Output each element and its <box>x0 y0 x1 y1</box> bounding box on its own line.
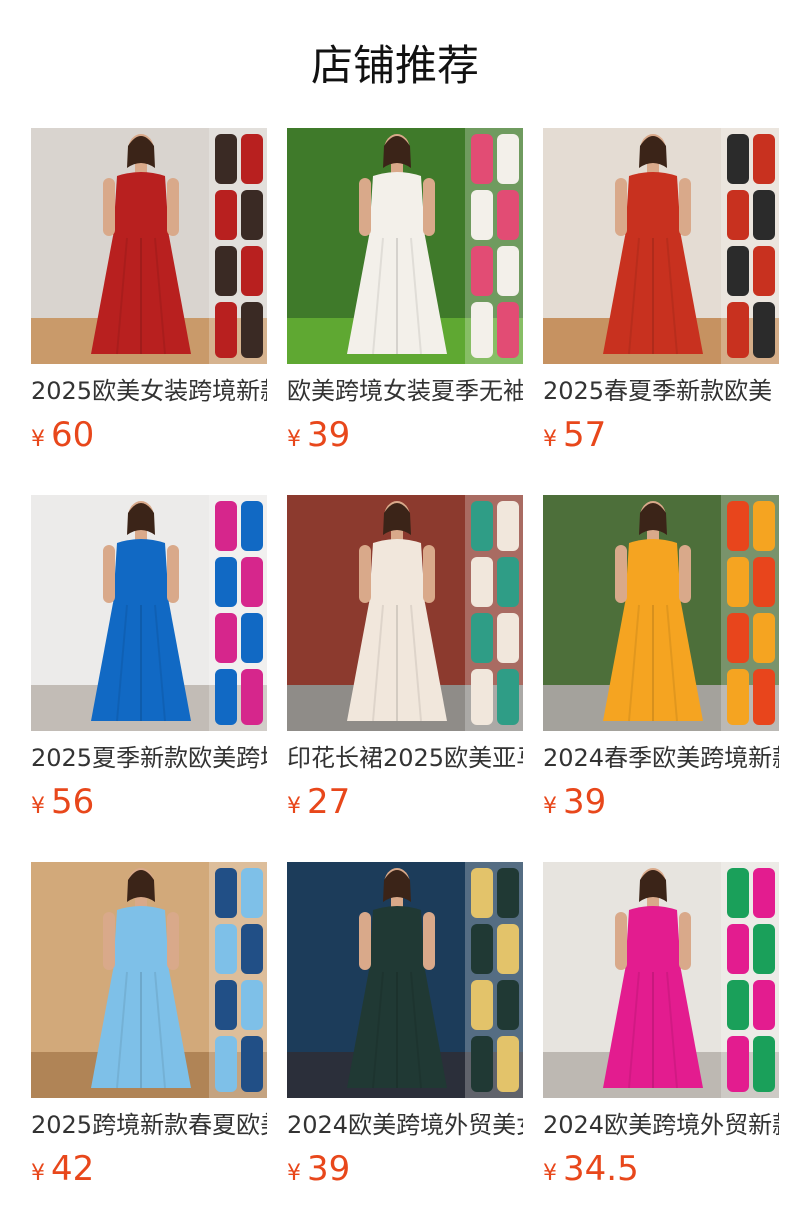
product-name[interactable]: 2024春季欧美跨境新款 <box>543 743 779 775</box>
product-price: ¥60 <box>31 415 94 455</box>
currency-symbol: ¥ <box>287 427 301 452</box>
product-card[interactable]: 2025春夏季新款欧美 ¥57 <box>543 128 779 468</box>
product-image[interactable] <box>543 862 779 1098</box>
price-value: 39 <box>563 782 607 822</box>
product-name[interactable]: 2025夏季新款欧美跨境 <box>31 743 267 775</box>
product-card[interactable]: 2025夏季新款欧美跨境 ¥56 <box>31 495 267 835</box>
product-image[interactable] <box>543 128 779 364</box>
product-card[interactable]: 2025跨境新款春夏欧美 ¥42 <box>31 862 267 1202</box>
product-image[interactable] <box>31 128 267 364</box>
currency-symbol: ¥ <box>543 794 557 819</box>
product-name[interactable]: 2025春夏季新款欧美 <box>543 376 779 408</box>
product-name[interactable]: 印花长裙2025欧美亚马逊 <box>287 743 523 775</box>
product-price: ¥56 <box>31 782 94 822</box>
product-card[interactable]: 欧美跨境女装夏季无袖 ¥39 <box>287 128 523 468</box>
currency-symbol: ¥ <box>287 794 301 819</box>
currency-symbol: ¥ <box>543 427 557 452</box>
currency-symbol: ¥ <box>31 427 45 452</box>
currency-symbol: ¥ <box>287 1161 301 1186</box>
product-image[interactable] <box>287 862 523 1098</box>
price-value: 42 <box>51 1149 95 1189</box>
currency-symbol: ¥ <box>31 794 45 819</box>
product-price: ¥39 <box>287 1149 350 1189</box>
product-price: ¥39 <box>287 415 350 455</box>
product-price: ¥39 <box>543 782 606 822</box>
currency-symbol: ¥ <box>543 1161 557 1186</box>
price-value: 39 <box>307 415 351 455</box>
product-name[interactable]: 欧美跨境女装夏季无袖 <box>287 376 523 408</box>
product-image[interactable] <box>31 495 267 731</box>
product-card[interactable]: 2024欧美跨境外贸美女 ¥39 <box>287 862 523 1202</box>
product-card[interactable]: 2025欧美女装跨境新款 ¥60 <box>31 128 267 468</box>
product-name[interactable]: 2024欧美跨境外贸美女 <box>287 1110 523 1142</box>
product-price: ¥42 <box>31 1149 94 1189</box>
product-name[interactable]: 2025欧美女装跨境新款 <box>31 376 267 408</box>
product-price: ¥57 <box>543 415 606 455</box>
product-grid: 2025欧美女装跨境新款 ¥60 欧美跨境女装夏季无袖 ¥39 2025春夏季新款欧美 ¥… <box>0 0 790 1230</box>
price-value: 56 <box>51 782 95 822</box>
product-card[interactable]: 2024春季欧美跨境新款 ¥39 <box>543 495 779 835</box>
product-price: ¥34.5 <box>543 1149 639 1189</box>
price-value: 60 <box>51 415 95 455</box>
product-image[interactable] <box>287 495 523 731</box>
product-name[interactable]: 2025跨境新款春夏欧美 <box>31 1110 267 1142</box>
product-image[interactable] <box>31 862 267 1098</box>
price-value: 39 <box>307 1149 351 1189</box>
product-image[interactable] <box>287 128 523 364</box>
product-card[interactable]: 印花长裙2025欧美亚马逊 ¥27 <box>287 495 523 835</box>
price-value: 34.5 <box>563 1149 639 1189</box>
price-value: 27 <box>307 782 351 822</box>
currency-symbol: ¥ <box>31 1161 45 1186</box>
product-image[interactable] <box>543 495 779 731</box>
product-name[interactable]: 2024欧美跨境外贸新款 <box>543 1110 779 1142</box>
price-value: 57 <box>563 415 607 455</box>
product-card[interactable]: 2024欧美跨境外贸新款 ¥34.5 <box>543 862 779 1202</box>
product-price: ¥27 <box>287 782 350 822</box>
